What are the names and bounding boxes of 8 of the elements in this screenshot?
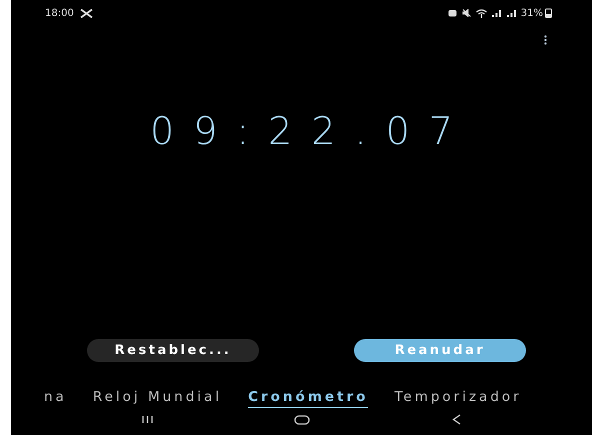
tab[interactable]: Cronómetro — [248, 389, 368, 408]
tab[interactable]: Temporizador — [394, 389, 522, 408]
tab[interactable]: na — [44, 389, 67, 408]
clock-time: 18:00 — [45, 8, 74, 18]
stopwatch-time: 09:22.07 — [149, 109, 473, 155]
battery-level: 31% — [520, 8, 543, 18]
tab[interactable]: Reloj Mundial — [92, 389, 222, 408]
reset-button[interactable]: Restablec... — [87, 339, 259, 362]
